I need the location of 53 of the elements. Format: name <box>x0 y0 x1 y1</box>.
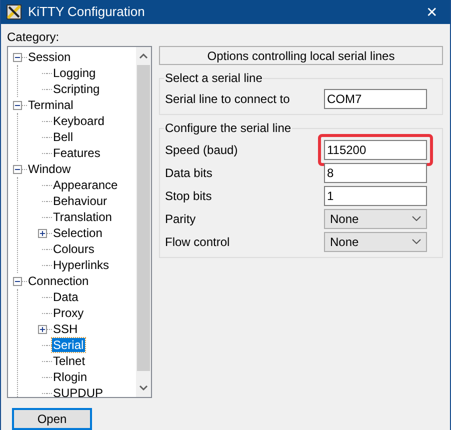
tree-item[interactable]: Features <box>52 146 102 160</box>
tree-item[interactable]: Hyperlinks <box>52 258 110 272</box>
category-label: Category: <box>7 30 60 44</box>
tree-item[interactable]: Data <box>52 290 80 304</box>
tree-item[interactable]: Keyboard <box>52 114 106 128</box>
tree-item[interactable]: SUPDUP <box>52 386 104 397</box>
tree-item[interactable]: Translation <box>52 210 113 224</box>
expand-icon[interactable] <box>38 228 47 238</box>
window-title: KiTTY Configuration <box>28 3 145 22</box>
dropdown[interactable]: None <box>324 232 427 252</box>
collapse-icon[interactable] <box>13 100 22 110</box>
tree-item[interactable]: Telnet <box>52 354 86 368</box>
field-label: Speed (baud) <box>165 142 238 158</box>
tree-item[interactable]: Proxy <box>52 306 85 320</box>
field-label: Data bits <box>165 164 212 182</box>
scroll-down-icon[interactable] <box>139 385 148 391</box>
input-field[interactable]: 8 <box>324 162 427 182</box>
scroll-up-icon[interactable] <box>139 53 148 59</box>
scrollbar-thumb[interactable] <box>137 65 150 371</box>
tree-item[interactable]: SSH <box>52 322 79 336</box>
tree-item[interactable]: Logging <box>52 66 97 80</box>
field-label: Flow control <box>165 234 230 250</box>
close-button[interactable]: ✕ <box>422 2 442 22</box>
tree-item[interactable]: Serial <box>52 338 85 352</box>
tree-item[interactable]: Connection <box>27 274 90 288</box>
expand-icon[interactable] <box>38 324 47 334</box>
scrollbar[interactable] <box>136 47 151 397</box>
panel-header: Options controlling local serial lines <box>159 46 443 65</box>
tree-item[interactable]: Terminal <box>27 98 74 112</box>
tree-item[interactable]: Rlogin <box>52 370 88 384</box>
field-label: Stop bits <box>165 188 212 204</box>
tree-item[interactable]: Colours <box>52 242 96 256</box>
tree-item[interactable]: Behaviour <box>52 194 108 208</box>
field-label: Parity <box>165 210 196 228</box>
collapse-icon[interactable] <box>13 52 22 62</box>
tree-item[interactable]: Appearance <box>52 178 119 192</box>
collapse-icon[interactable] <box>13 164 22 174</box>
group-title: Configure the serial line <box>164 121 292 135</box>
tree-item[interactable]: Scripting <box>52 82 101 96</box>
collapse-icon[interactable] <box>13 276 22 286</box>
field-label: Serial line to connect to <box>165 90 290 108</box>
tree-item[interactable]: Bell <box>52 130 74 144</box>
chevron-down-icon <box>412 216 421 221</box>
tree-item[interactable]: Selection <box>52 226 104 240</box>
tree-item[interactable]: Window <box>27 162 72 176</box>
tree-item[interactable]: Session <box>27 50 72 64</box>
input-field[interactable]: COM7 <box>324 88 427 108</box>
group-title: Select a serial line <box>164 71 264 85</box>
open-button[interactable]: Open <box>12 408 92 430</box>
chevron-down-icon <box>412 239 421 244</box>
dropdown[interactable]: None <box>324 208 427 228</box>
input-field[interactable]: 115200 <box>324 140 427 160</box>
input-field[interactable]: 1 <box>324 186 427 206</box>
